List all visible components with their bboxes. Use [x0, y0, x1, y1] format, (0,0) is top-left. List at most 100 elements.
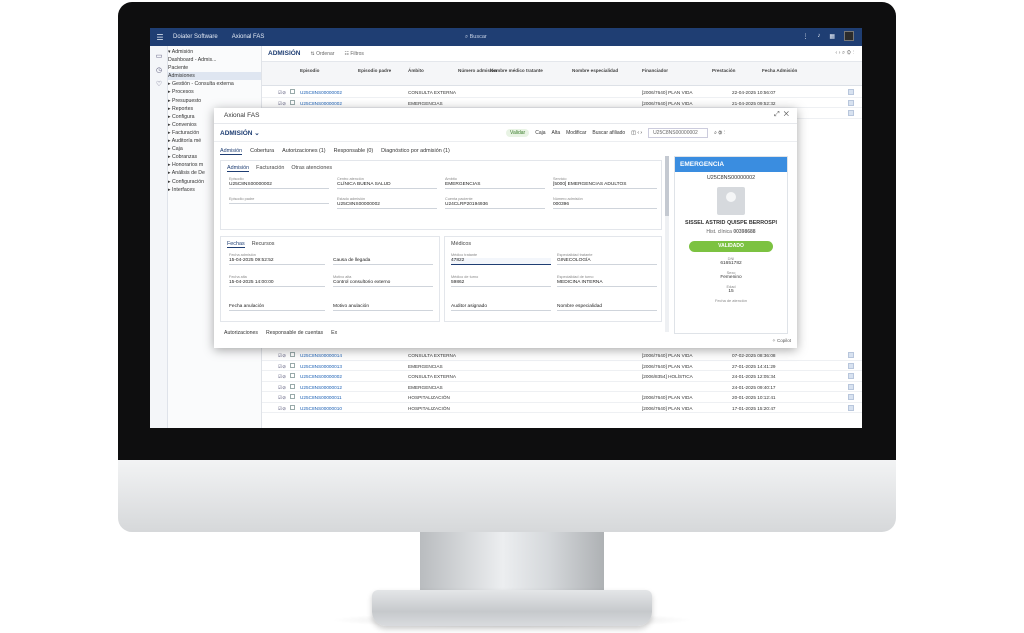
episode-link[interactable]: U25C8NS00000002	[300, 374, 356, 379]
episode-link[interactable]: U25C8NS00000002	[300, 101, 356, 106]
table-row[interactable]: ☑⊘ U25C8NS00000011 HOSPITALIZACIÓN [2006/76…	[262, 392, 862, 403]
sort-button[interactable]: ⇅ Ordenar	[311, 51, 335, 57]
column-header[interactable]: Financiador	[642, 68, 694, 74]
episodio-field[interactable]: Episodio U25C8NS00000002	[229, 177, 329, 189]
scroll-thumb[interactable]	[665, 156, 669, 216]
row-checkbox[interactable]	[290, 383, 295, 389]
medico-turno-field[interactable]: Médico de turno 59862	[451, 275, 551, 287]
fecha-cell: 24-01-2025 09:40:17	[732, 384, 776, 390]
row-checkbox[interactable]	[290, 89, 295, 94]
column-header[interactable]: Nombre especialidad	[572, 68, 624, 74]
history-icon[interactable]: ◷	[150, 66, 168, 74]
more-icon[interactable]: ⋮	[802, 33, 808, 40]
menu-icon[interactable]: ☰	[153, 33, 167, 42]
auditor-field[interactable]: Auditor asignado	[451, 299, 551, 311]
nav-icon[interactable]: ◫ ‹ ›	[631, 130, 642, 136]
column-header[interactable]: Nombre médico tratante	[490, 68, 568, 74]
avatar[interactable]	[844, 31, 854, 41]
tree-item[interactable]: Dashboard - Admis...	[168, 56, 261, 64]
tab-bottom-autorizaciones[interactable]: Autorizaciones	[224, 330, 258, 336]
table-row[interactable]: ☑⊘ U25C8NS00000013 EMERGENCIAS [2006/7640] …	[262, 361, 862, 371]
subtab-facturacion[interactable]: Facturación	[256, 165, 284, 172]
row-checkbox[interactable]	[290, 373, 295, 378]
validate-button[interactable]: Validar	[506, 129, 530, 137]
search-bar[interactable]: ⌕ Buscar	[465, 32, 615, 42]
centro-field[interactable]: Centro atención CLÍNICA BUENA SALUD	[337, 177, 437, 189]
copilot-button[interactable]: ✧ Copilot	[772, 338, 791, 344]
table-row[interactable]: ☑⊘ U25C8NS00000002 CONSULTA EXTERNA [2006/7…	[262, 87, 862, 98]
tree-item[interactable]: Admisiones	[168, 72, 261, 81]
row-checkbox[interactable]	[290, 99, 295, 105]
motivo-alta-field[interactable]: Motivo alta Control consultorio externo	[333, 275, 433, 287]
apps-grid-icon[interactable]: ▦	[829, 33, 835, 40]
financiador-cell: [2006/7640] PLAN VIDA	[642, 90, 693, 95]
column-header[interactable]: Fecha Admisión	[762, 68, 814, 74]
table-row[interactable]: ☑⊘ U25C8NS00000010 HOSPITALIZACIÓN [2006/76…	[262, 403, 862, 413]
episode-link[interactable]: U25C8NS00000012	[300, 385, 356, 390]
episodio-padre-field[interactable]: Episodio padre	[229, 197, 329, 204]
tab-bottom-ex[interactable]: Ex	[331, 330, 337, 336]
fecha-admision-field[interactable]: Fecha admisión 15-04-2025 09:52:52	[229, 253, 325, 265]
tab-fechas[interactable]: Fechas	[227, 241, 245, 248]
row-checkbox[interactable]	[290, 404, 295, 410]
filter-button[interactable]: ☷ Filtros	[344, 51, 364, 57]
heart-icon[interactable]: ♡	[150, 80, 168, 88]
padre-field[interactable]: Estado admisión U25C8NS00000002	[337, 197, 437, 209]
episode-link[interactable]: U25C8NS00000010	[300, 406, 356, 411]
tree-item[interactable]: ▸ Presupuesto	[168, 97, 261, 105]
tab-responsable[interactable]: Responsable (0)	[334, 148, 374, 155]
row-checkbox[interactable]	[290, 352, 295, 357]
tab-cobertura[interactable]: Cobertura	[250, 148, 274, 155]
pagination-controls[interactable]: ‹ › ⌕ ⚙ ⋮	[835, 50, 854, 57]
ambito-field[interactable]: Ámbito EMERGENCIAS	[445, 177, 545, 189]
bell-icon[interactable]: ♪	[817, 33, 820, 39]
causa-field[interactable]: Causa de llegada	[333, 253, 433, 265]
column-header[interactable]: Prestación	[712, 68, 764, 74]
search-input[interactable]: Buscar	[470, 34, 487, 40]
nombre-especialidad-field[interactable]: Nombre especialidad	[557, 299, 657, 311]
tree-item[interactable]: ▸ Procesos	[168, 88, 261, 96]
search-affiliate-button[interactable]: Buscar afiliado	[592, 130, 625, 136]
subtab-otras[interactable]: Otras atenciones	[291, 165, 332, 172]
tree-item[interactable]: ▸ Gestión - Consulta externa	[168, 80, 261, 88]
column-header[interactable]: Episodio	[300, 68, 352, 74]
episode-link[interactable]: U25C8NS00000014	[300, 353, 356, 358]
table-row[interactable]: ☑⊘ U25C8NS00000002 EMERGENCIAS [2006/7640] …	[262, 98, 862, 108]
folder-icon[interactable]: ▭	[150, 52, 168, 60]
app-selector[interactable]: Axional FAS	[232, 34, 265, 40]
tab-admision[interactable]: Admisión	[220, 148, 243, 155]
medico-tratante-field[interactable]: Médico tratante 47822	[451, 253, 551, 265]
table-row[interactable]: ☑⊘ U25C8NS00000014 CONSULTA EXTERNA [2006/7…	[262, 350, 862, 361]
subtab-admision[interactable]: Admisión	[227, 165, 250, 172]
especialidad-turno-field[interactable]: Especialidad de turno MEDICINA INTERNA	[557, 275, 657, 287]
motivo-anulacion-field[interactable]: Motivo anulación	[333, 299, 433, 311]
table-row[interactable]: ☑⊘ U25C8NS00000012 EMERGENCIAS 24-01-2025 0…	[262, 382, 862, 392]
close-icon[interactable]: ⤢ ✕	[774, 111, 789, 119]
more-icon[interactable]: ⌕ ⚙ ⋮	[714, 130, 725, 136]
row-checkbox[interactable]	[290, 394, 295, 399]
modify-button[interactable]: Modificar	[566, 130, 586, 136]
episode-selector[interactable]: U25C8NS00000002	[648, 128, 709, 138]
cuenta-field[interactable]: Cuenta paciente U24CLRP20194936	[445, 197, 545, 209]
row-checkbox[interactable]	[290, 362, 295, 368]
tree-item[interactable]: Paciente	[168, 64, 261, 72]
episode-link[interactable]: U25C8NS00000013	[300, 364, 356, 369]
fecha-alta-field[interactable]: Fecha alta 15-04-2025 14:00:00	[229, 275, 325, 287]
episode-link[interactable]: U25C8NS00000011	[300, 395, 356, 400]
cash-button[interactable]: Caja	[535, 130, 545, 136]
fecha-anulacion-field[interactable]: Fecha anulación	[229, 299, 325, 311]
servicio-field[interactable]: Servicio [5000] EMERGENCIAS ADULTOS	[553, 177, 657, 189]
numero-admision-field[interactable]: Número admisión 000396	[553, 197, 657, 209]
table-row[interactable]: ☑⊘ U25C8NS00000002 CONSULTA EXTERNA [2006/8…	[262, 371, 862, 382]
tree-item[interactable]: ▾ Admisión	[168, 48, 261, 56]
discharge-button[interactable]: Alta	[552, 130, 561, 136]
episode-link[interactable]: U25C8NS00000002	[300, 90, 356, 95]
tab-recursos[interactable]: Recursos	[252, 241, 275, 248]
column-header[interactable]: Episodio padre	[358, 68, 410, 74]
tab-bottom-responsable[interactable]: Responsable de cuentas	[266, 330, 323, 336]
column-header[interactable]: Ámbito	[408, 68, 460, 74]
tab-autorizaciones[interactable]: Autorizaciones (1)	[282, 148, 325, 155]
especialidad-tratante-field[interactable]: Especialidad tratante GINECOLOGÍA	[557, 253, 657, 265]
dialog-scrollbar[interactable]	[665, 156, 669, 332]
tab-diagnostico[interactable]: Diagnóstico por admisión (1)	[381, 148, 450, 155]
